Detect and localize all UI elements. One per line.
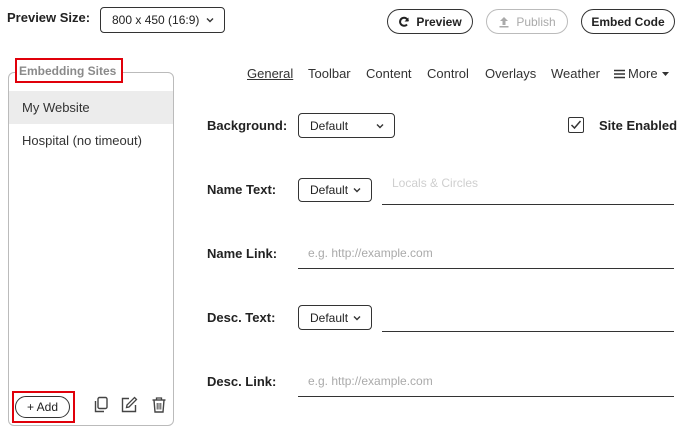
- name-text-select[interactable]: Default: [298, 178, 372, 202]
- name-link-field[interactable]: e.g. http://example.com: [298, 237, 674, 269]
- checkmark-icon: [570, 120, 582, 130]
- tab-overlays[interactable]: Overlays: [485, 66, 536, 81]
- embedding-sites-panel: My Website Hospital (no timeout): [8, 72, 174, 426]
- desc-text-field[interactable]: [382, 300, 674, 332]
- embed-code-button-label: Embed Code: [591, 14, 665, 29]
- edit-icon[interactable]: [120, 396, 138, 414]
- preview-size-select[interactable]: 800 x 450 (16:9): [100, 7, 225, 33]
- upload-icon: [499, 16, 509, 27]
- name-link-placeholder: e.g. http://example.com: [308, 245, 433, 260]
- tab-weather[interactable]: Weather: [551, 66, 600, 81]
- embed-code-button[interactable]: Embed Code: [581, 9, 675, 34]
- desc-text-select-value: Default: [310, 310, 349, 325]
- chevron-down-icon: [376, 123, 384, 128]
- list-item[interactable]: Hospital (no timeout): [9, 124, 173, 157]
- copy-icon[interactable]: [92, 396, 110, 414]
- publish-button-label: Publish: [516, 14, 556, 29]
- tab-more[interactable]: More: [614, 66, 670, 81]
- desc-text-select[interactable]: Default: [298, 305, 372, 330]
- desc-text-label: Desc. Text:: [207, 310, 276, 325]
- publish-button[interactable]: Publish: [486, 9, 568, 34]
- menu-icon: [614, 69, 625, 78]
- tab-more-label: More: [628, 66, 658, 81]
- desc-link-placeholder: e.g. http://example.com: [308, 373, 433, 388]
- chevron-down-icon: [206, 18, 214, 23]
- chevron-down-icon: [353, 188, 361, 193]
- list-item-label: My Website: [22, 100, 90, 115]
- preview-button-label: Preview: [416, 14, 462, 29]
- site-enabled-label: Site Enabled: [599, 118, 678, 133]
- name-link-label: Name Link:: [207, 246, 278, 261]
- desc-link-label: Desc. Link:: [207, 374, 277, 389]
- chevron-down-icon: [353, 315, 361, 320]
- panel-title-text: Embedding Sites: [19, 63, 117, 78]
- name-text-placeholder: Locals & Circles: [392, 175, 479, 190]
- caret-down-icon: [661, 71, 669, 76]
- name-text-field[interactable]: Locals & Circles: [382, 173, 674, 205]
- tab-control[interactable]: Control: [427, 66, 469, 81]
- preview-size-value: 800 x 450 (16:9): [112, 13, 200, 27]
- trash-icon[interactable]: [150, 396, 168, 414]
- background-label: Background:: [207, 118, 288, 133]
- add-button-label: + Add: [26, 400, 59, 414]
- list-item[interactable]: My Website: [9, 91, 173, 124]
- background-select-value: Default: [310, 118, 349, 133]
- tab-general[interactable]: General: [247, 66, 293, 81]
- embedding-sites-title: Embedding Sites: [15, 58, 123, 83]
- tab-content[interactable]: Content: [366, 66, 412, 81]
- refresh-icon: [399, 16, 410, 27]
- desc-link-field[interactable]: e.g. http://example.com: [298, 365, 674, 397]
- preview-size-label: Preview Size:: [7, 10, 91, 25]
- site-enabled-checkbox[interactable]: [568, 117, 584, 133]
- tab-toolbar[interactable]: Toolbar: [308, 66, 351, 81]
- background-select[interactable]: Default: [298, 113, 395, 138]
- name-text-label: Name Text:: [207, 182, 277, 197]
- name-text-select-value: Default: [310, 183, 349, 197]
- preview-button[interactable]: Preview: [387, 9, 473, 34]
- add-button[interactable]: + Add: [15, 396, 70, 418]
- list-item-label: Hospital (no timeout): [22, 133, 142, 148]
